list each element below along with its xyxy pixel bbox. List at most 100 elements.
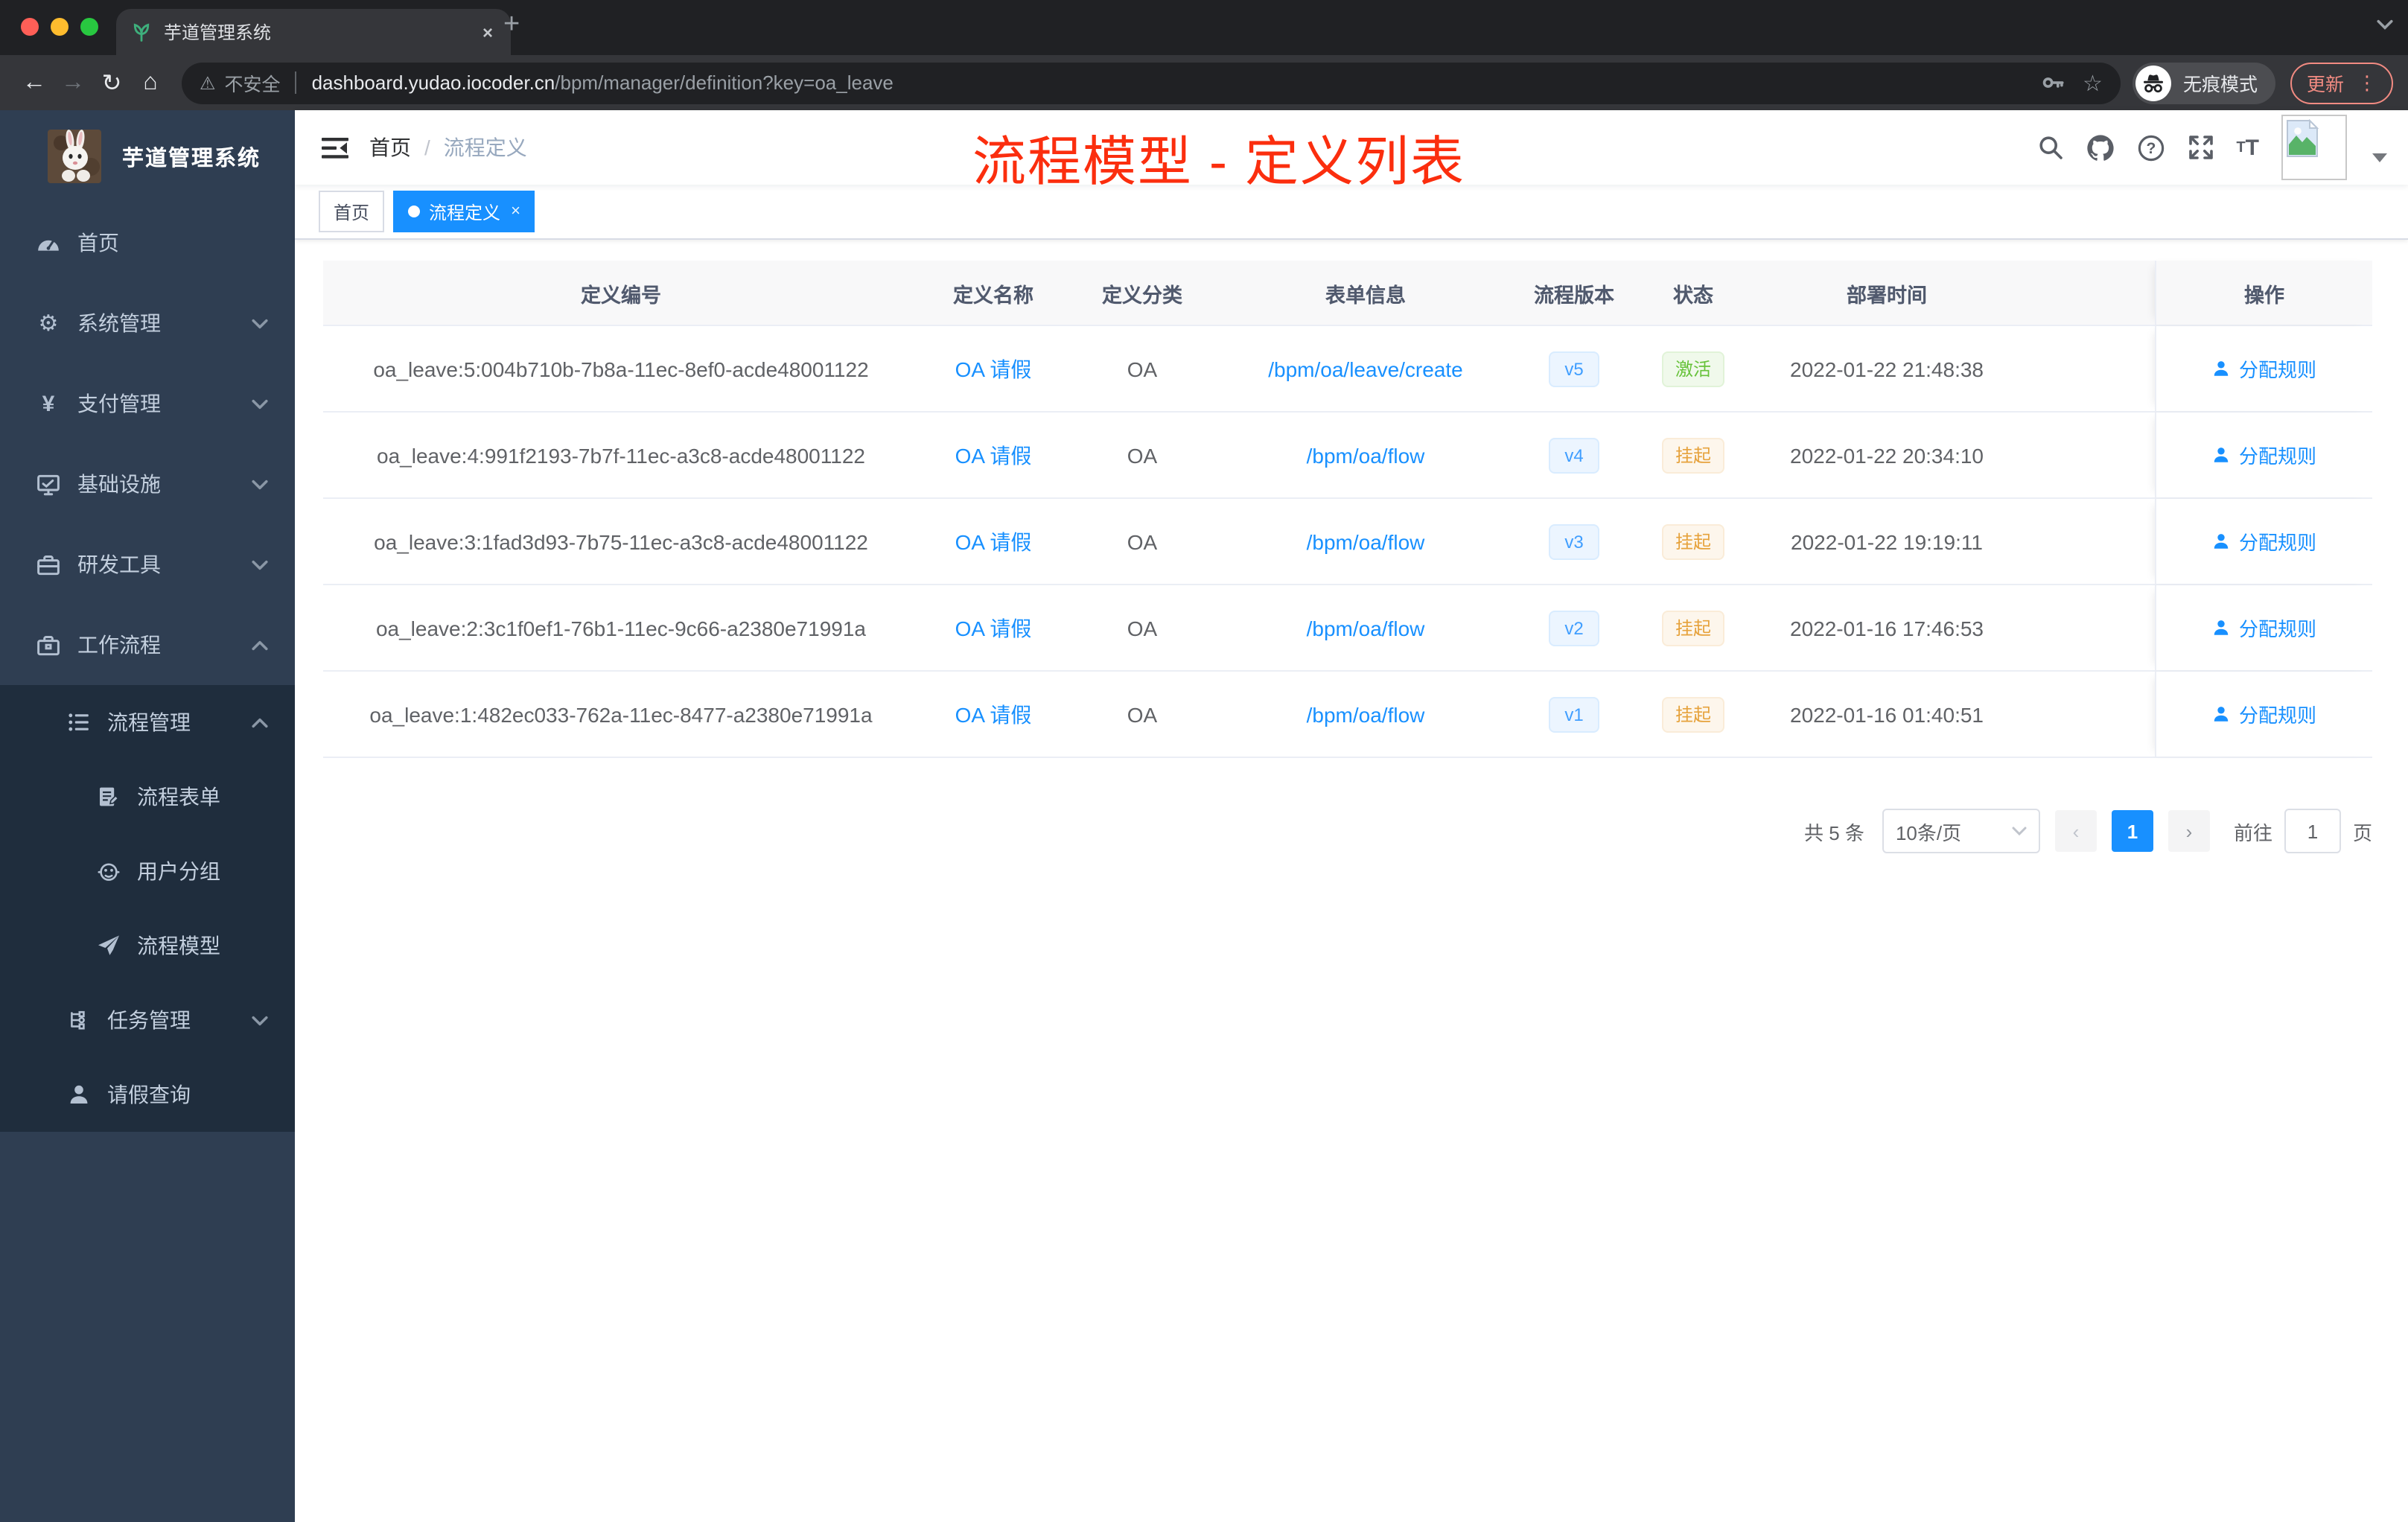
cell-definition-id: oa_leave:4:991f2193-7b7f-11ec-a3c8-acde4… bbox=[377, 443, 865, 467]
tag-process-definition[interactable]: 流程定义 × bbox=[393, 191, 535, 232]
cell-category: OA bbox=[1127, 357, 1158, 380]
definition-name-link[interactable]: OA 请假 bbox=[955, 526, 1032, 556]
sidebar-item-task-management[interactable]: 任务管理 bbox=[0, 983, 295, 1057]
browser-menu-icon[interactable]: ⋮ bbox=[2357, 71, 2377, 95]
tab-close-icon[interactable]: × bbox=[480, 22, 496, 42]
sidebar-item-payment[interactable]: ¥ 支付管理 bbox=[0, 363, 295, 444]
cell-deploy-time: 2022-01-16 17:46:53 bbox=[1790, 616, 1984, 640]
browser-update-button[interactable]: 更新 ⋮ bbox=[2290, 62, 2393, 104]
minimize-window-button[interactable] bbox=[51, 18, 69, 36]
avatar[interactable] bbox=[2281, 115, 2347, 180]
zoom-window-button[interactable] bbox=[80, 18, 98, 36]
sidebar-item-process-model[interactable]: 流程模型 bbox=[0, 908, 295, 983]
current-page-button[interactable]: 1 bbox=[2111, 810, 2153, 852]
sidebar-item-process-form[interactable]: 流程表单 bbox=[0, 760, 295, 834]
version-tag: v4 bbox=[1548, 437, 1600, 473]
table-row: oa_leave:5:004b710b-7b8a-11ec-8ef0-acde4… bbox=[323, 326, 2372, 413]
definition-name-link[interactable]: OA 请假 bbox=[955, 440, 1032, 470]
col-header-form-info: 表单信息 bbox=[1325, 284, 1406, 306]
chevron-up-icon bbox=[252, 640, 268, 650]
sidebar-item-system[interactable]: ⚙ 系统管理 bbox=[0, 283, 295, 363]
chevron-up-icon bbox=[252, 717, 268, 727]
tab-search-icon[interactable] bbox=[2377, 19, 2393, 30]
sidebar-item-user-group[interactable]: 用户分组 bbox=[0, 834, 295, 908]
sidebar-item-workflow[interactable]: 工作流程 bbox=[0, 605, 295, 685]
not-secure-label[interactable]: 不安全 bbox=[225, 69, 281, 97]
assign-rule-button[interactable]: 分配规则 bbox=[2212, 700, 2316, 728]
browser-tab[interactable]: 芋道管理系统 × bbox=[116, 9, 511, 55]
sidebar-item-dev-tools[interactable]: 研发工具 bbox=[0, 524, 295, 605]
assign-rule-button[interactable]: 分配规则 bbox=[2212, 441, 2316, 469]
address-bar[interactable]: ⚠ 不安全 dashboard.yudao.iocoder.cn/bpm/man… bbox=[182, 62, 2121, 104]
sidebar-item-leave-query[interactable]: 请假查询 bbox=[0, 1057, 295, 1132]
cell-filler bbox=[2021, 413, 2155, 497]
incognito-icon bbox=[2135, 65, 2171, 101]
goto-page-input[interactable]: 1 bbox=[2284, 809, 2341, 853]
help-icon[interactable]: ? bbox=[2136, 133, 2165, 162]
status-badge: 挂起 bbox=[1661, 696, 1724, 732]
definition-name-link[interactable]: OA 请假 bbox=[955, 613, 1032, 643]
definition-name-link[interactable]: OA 请假 bbox=[955, 699, 1032, 729]
breadcrumb-home[interactable]: 首页 bbox=[369, 133, 411, 162]
bookmark-star-icon[interactable]: ☆ bbox=[2083, 69, 2103, 96]
gear-icon: ⚙ bbox=[38, 311, 59, 337]
screen: 芋道管理系统 × + ← → ↻ ⌂ ⚠ 不安全 dashboard.yudao… bbox=[0, 0, 2408, 1522]
sidebar-logo-row[interactable]: 芋道管理系统 bbox=[0, 110, 295, 203]
sidebar-item-process-management[interactable]: 流程管理 bbox=[0, 685, 295, 760]
svg-text:?: ? bbox=[2146, 139, 2156, 156]
sidebar-item-label: 流程模型 bbox=[137, 934, 220, 958]
active-dot bbox=[408, 206, 421, 217]
version-tag: v5 bbox=[1548, 351, 1600, 386]
sidebar-collapse-icon[interactable] bbox=[322, 136, 348, 159]
back-button[interactable]: ← bbox=[15, 69, 54, 96]
incognito-label: 无痕模式 bbox=[2182, 74, 2258, 95]
close-window-button[interactable] bbox=[21, 18, 39, 36]
chevron-down-icon[interactable] bbox=[2372, 153, 2387, 162]
assign-rule-button[interactable]: 分配规则 bbox=[2212, 354, 2316, 383]
sidebar-item-infrastructure[interactable]: 基础设施 bbox=[0, 444, 295, 524]
page-content: 定义编号 定义名称 定义分类 表单信息 流程版本 状态 部署时间 操作 oa_l… bbox=[295, 240, 2408, 1522]
form-link[interactable]: /bpm/oa/flow bbox=[1307, 443, 1425, 467]
search-icon[interactable] bbox=[2036, 134, 2063, 161]
paper-plane-icon bbox=[95, 933, 121, 958]
form-link[interactable]: /bpm/oa/flow bbox=[1307, 702, 1425, 726]
forward-button[interactable]: → bbox=[54, 69, 92, 96]
github-icon[interactable] bbox=[2086, 133, 2114, 162]
sidebar-item-label: 系统管理 bbox=[77, 311, 161, 335]
home-button[interactable]: ⌂ bbox=[131, 69, 170, 96]
font-size-icon[interactable]: TT bbox=[2236, 135, 2259, 160]
robot-icon bbox=[95, 859, 121, 884]
navbar-actions: ? TT bbox=[2036, 115, 2408, 180]
status-badge: 挂起 bbox=[1661, 437, 1724, 473]
table-row: oa_leave:1:482ec033-762a-11ec-8477-a2380… bbox=[323, 672, 2372, 758]
assign-rule-button[interactable]: 分配规则 bbox=[2212, 527, 2316, 555]
col-header-actions: 操作 bbox=[2155, 261, 2372, 325]
form-link[interactable]: /bpm/oa/leave/create bbox=[1268, 357, 1463, 380]
tag-home[interactable]: 首页 bbox=[319, 191, 385, 232]
page-size-select[interactable]: 10条/页 bbox=[1882, 809, 2040, 853]
cell-filler bbox=[2021, 585, 2155, 670]
tag-close-icon[interactable]: × bbox=[511, 203, 520, 220]
definition-name-link[interactable]: OA 请假 bbox=[955, 354, 1032, 383]
tag-label: 流程定义 bbox=[429, 202, 501, 223]
list-icon bbox=[66, 710, 91, 735]
col-header-status: 状态 bbox=[1673, 284, 1713, 306]
sidebar-item-home[interactable]: 首页 bbox=[0, 203, 295, 283]
status-badge: 激活 bbox=[1661, 351, 1724, 386]
next-page-button[interactable]: › bbox=[2167, 810, 2210, 852]
sidebar-item-label: 任务管理 bbox=[107, 1008, 191, 1032]
saved-password-key-icon[interactable] bbox=[2039, 70, 2065, 95]
prev-page-button[interactable]: ‹ bbox=[2054, 810, 2097, 852]
sidebar-item-label: 流程表单 bbox=[137, 785, 220, 809]
new-tab-button[interactable]: + bbox=[503, 9, 520, 42]
assign-rule-button[interactable]: 分配规则 bbox=[2212, 614, 2316, 642]
version-tag: v1 bbox=[1548, 696, 1600, 732]
table-row: oa_leave:3:1fad3d93-7b75-11ec-a3c8-acde4… bbox=[323, 499, 2372, 585]
main-area: 首页 / 流程定义 流程模型 - 定义列表 ? T T 首页 流程定义 × 定义… bbox=[295, 110, 2408, 1522]
form-link[interactable]: /bpm/oa/flow bbox=[1307, 616, 1425, 640]
red-annotation-text: 流程模型 - 定义列表 bbox=[972, 131, 1465, 192]
col-header-definition-category: 定义分类 bbox=[1102, 284, 1182, 306]
fullscreen-icon[interactable] bbox=[2187, 134, 2214, 161]
form-link[interactable]: /bpm/oa/flow bbox=[1307, 529, 1425, 553]
reload-button[interactable]: ↻ bbox=[92, 68, 131, 98]
